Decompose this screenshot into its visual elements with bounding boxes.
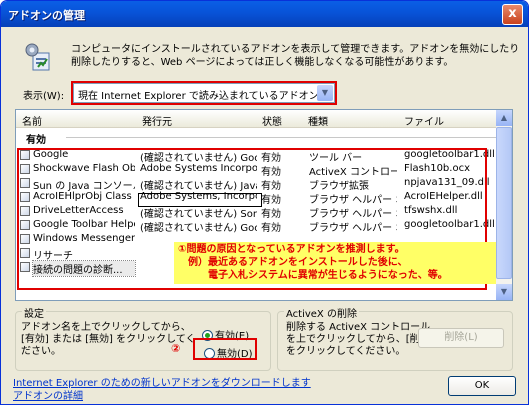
annotation-note: ①問題の原因となっているアドオンを推測します。 例）最近あるアドオンをインストー… — [174, 242, 496, 284]
addon-details-link[interactable]: アドオンの詳細 — [13, 387, 83, 402]
addon-list[interactable]: 名前 発行元 状態 種類 ファイル 有効 Google (確認されていません) G… — [15, 109, 513, 301]
column-header-type[interactable]: 種類 — [308, 113, 328, 128]
manage-addons-window: アドオンの管理 x コンピュータにインストールされているアドオンを表示して管理で… — [0, 0, 529, 405]
description-text: コンピュータにインストールされているアドオンを表示して管理できます。アドオンを無… — [71, 44, 520, 68]
window-title: アドオンの管理 — [8, 9, 85, 22]
ok-button[interactable]: OK — [448, 376, 516, 396]
note-line-2: 例）最近あるアドオンをインストールした後に、 — [188, 257, 408, 268]
group-divider — [66, 137, 508, 138]
step-marker-2: ② — [171, 342, 181, 355]
close-button[interactable]: x — [502, 4, 523, 25]
scroll-down-icon[interactable]: ▼ — [496, 284, 512, 300]
red-highlight-box-dropdown — [71, 81, 337, 105]
column-header-status[interactable]: 状態 — [262, 113, 282, 128]
activex-group-title: ActiveX の削除 — [284, 305, 359, 320]
scrollbar-thumb[interactable] — [496, 127, 512, 279]
vertical-scrollbar[interactable]: ▲ ▼ — [496, 110, 512, 300]
activex-group: ActiveX の削除 削除する ActiveX コントロールを上でクリックして… — [277, 305, 513, 371]
column-header-file[interactable]: ファイル — [404, 113, 444, 128]
note-line-3: 電子入札システムに異常が生じるようになった、等。 — [208, 270, 448, 281]
show-label: 表示(W): — [23, 91, 65, 102]
scroll-up-icon[interactable]: ▲ — [496, 110, 512, 126]
settings-group-title: 設定 — [22, 305, 46, 320]
column-header-publisher[interactable]: 発行元 — [142, 113, 172, 128]
title-bar[interactable]: アドオンの管理 x — [1, 1, 528, 27]
activex-description: 削除する ActiveX コントロールを上でクリックしてから、[削除] をクリッ… — [286, 322, 434, 357]
column-header-name[interactable]: 名前 — [22, 113, 42, 128]
group-label-enabled: 有効 — [26, 135, 46, 146]
list-header: 名前 発行元 状態 種類 ファイル — [16, 110, 512, 128]
addons-gear-icon — [25, 43, 50, 71]
delete-button[interactable]: 削除(L) — [418, 328, 504, 348]
note-line-1: ①問題の原因となっているアドオンを推測します。 — [178, 244, 405, 255]
red-highlight-box-disable — [193, 338, 257, 360]
